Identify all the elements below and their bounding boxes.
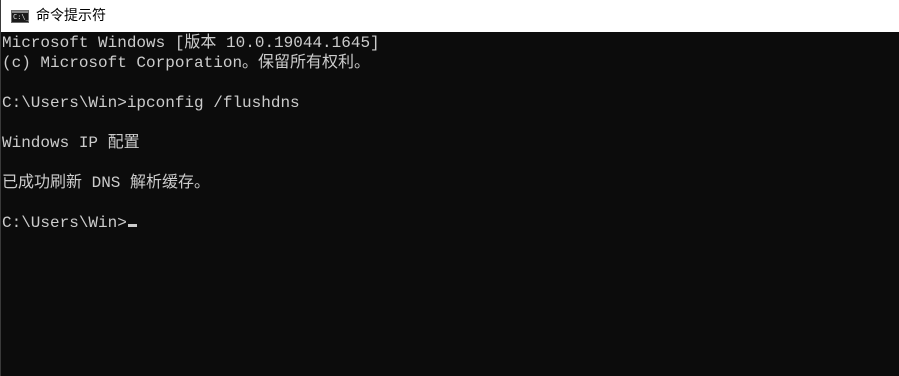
console-line: 已成功刷新 DNS 解析缓存。 bbox=[2, 174, 211, 192]
console-output[interactable]: Microsoft Windows [版本 10.0.19044.1645] (… bbox=[2, 33, 899, 376]
cmd-window: C:\_ 命令提示符 Microsoft Windows [版本 10.0.19… bbox=[0, 0, 899, 376]
console-line: C:\Users\Win>ipconfig /flushdns bbox=[2, 94, 300, 112]
window-title: 命令提示符 bbox=[36, 8, 106, 24]
title-bar[interactable]: C:\_ 命令提示符 bbox=[1, 0, 899, 32]
console-prompt-line[interactable]: C:\Users\Win> bbox=[2, 213, 899, 233]
console-line: Windows IP 配置 bbox=[2, 134, 140, 152]
console-icon: C:\_ bbox=[11, 9, 30, 23]
command-prompt: C:\Users\Win> bbox=[2, 214, 127, 232]
console-line: Microsoft Windows [版本 10.0.19044.1645] bbox=[2, 34, 380, 52]
console-line: (c) Microsoft Corporation。保留所有权利。 bbox=[2, 54, 371, 72]
text-cursor bbox=[127, 224, 137, 227]
console-icon-glyph: C:\_ bbox=[13, 12, 30, 21]
